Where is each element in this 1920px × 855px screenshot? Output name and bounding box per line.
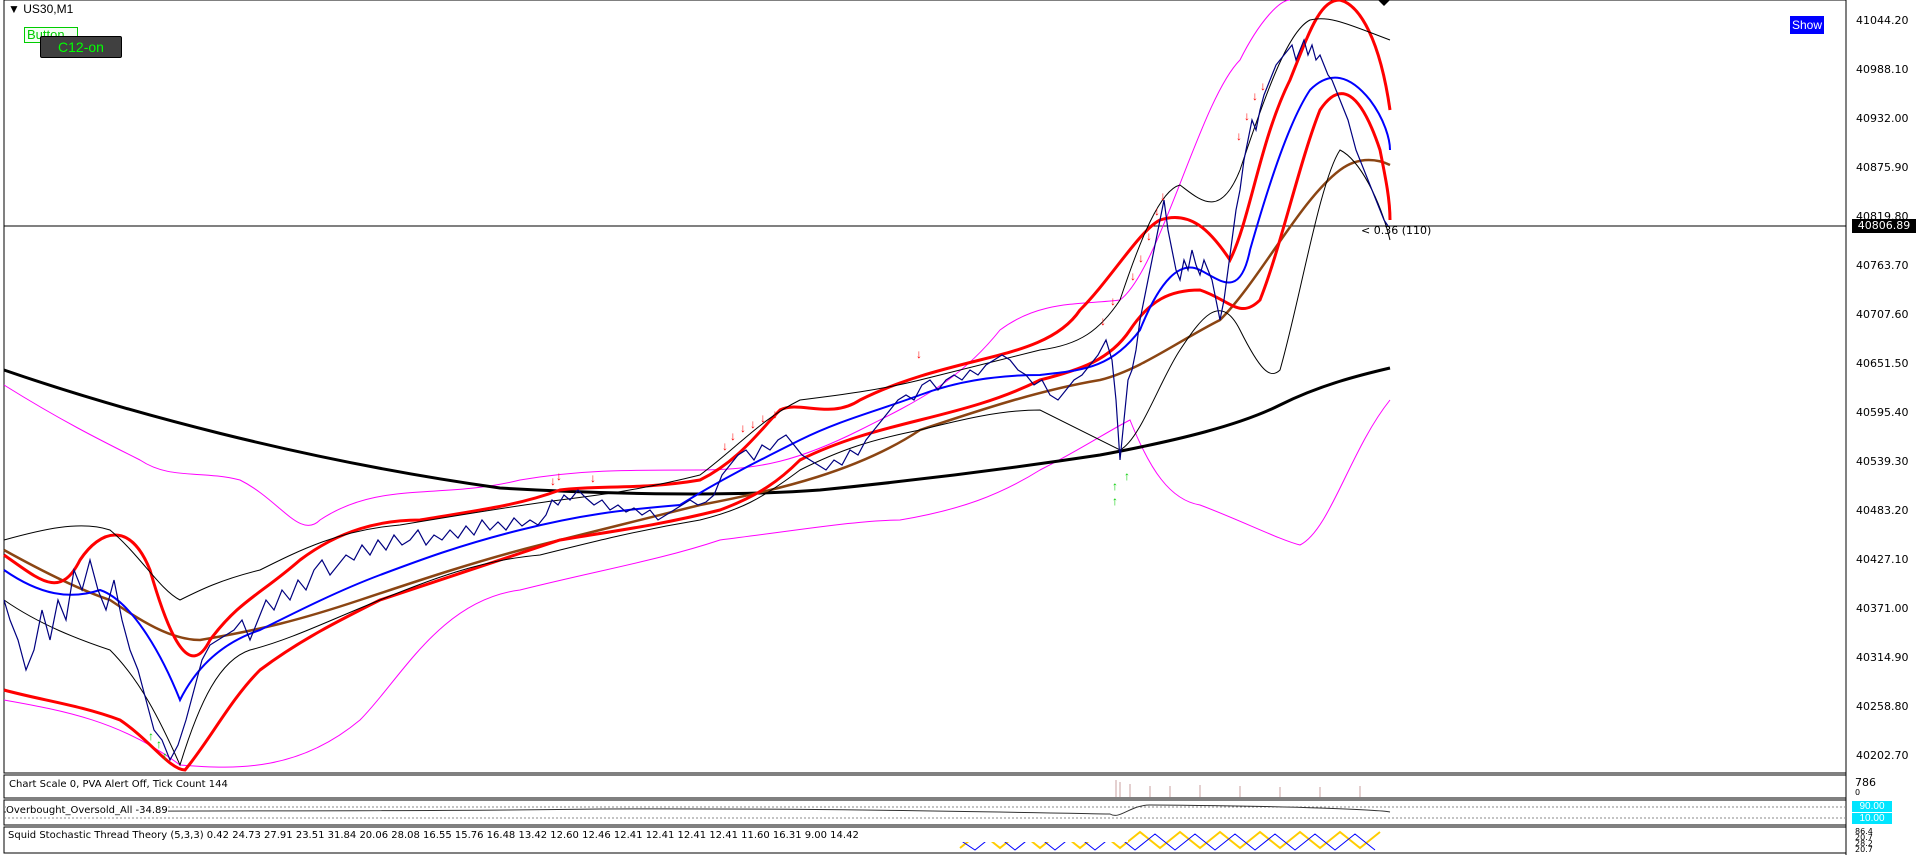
current-price-label: 40806.89 — [1852, 219, 1916, 233]
sell-arrow: ↓ — [1252, 89, 1258, 103]
price-tick-label: 40595.40 — [1856, 406, 1909, 419]
buy-arrow: ↑ — [1112, 494, 1118, 508]
sell-arrow: ↓ — [1146, 229, 1152, 243]
price-tick-label: 40539.30 — [1856, 455, 1909, 468]
volume-subwindow-frame — [3, 774, 1847, 799]
sell-arrow: ↓ — [1138, 251, 1144, 265]
show-button[interactable]: Show — [1790, 16, 1824, 34]
sell-arrows: ↓ ↓ ↓ ↓ ↓ ↓ ↓ ↓ ↓ ↓ ↓ ↓ ↓ ↓ ↓ ↓ ↓ ↓ ↓ ↓ … — [550, 79, 1266, 488]
outer-band-lower — [3, 399, 1391, 768]
obos-level-bottom: 10.00 — [1852, 813, 1892, 824]
price-tick-label: 40202.70 — [1856, 749, 1909, 762]
ma-red-upper — [3, 0, 1392, 658]
top-marker — [1378, 0, 1390, 6]
ma-blue — [3, 76, 1391, 703]
bollinger-black-lower — [3, 149, 1391, 767]
long-ma-black — [3, 366, 1391, 496]
price-tick-label: 40988.10 — [1856, 63, 1909, 76]
price-tick-label: 40651.50 — [1856, 357, 1909, 370]
price-tick-label: 41044.20 — [1856, 14, 1909, 27]
sell-arrow: ↓ — [772, 407, 778, 421]
volume-bars — [1115, 780, 1361, 797]
sell-arrow: ↓ — [750, 417, 756, 431]
price-tick-label: 40763.70 — [1856, 259, 1909, 272]
sell-arrow: ↓ — [722, 439, 728, 453]
obos-label: Overbought_Oversold_All -34.89 — [6, 805, 168, 817]
price-tick-label: 40932.00 — [1856, 112, 1909, 125]
obos-subwindow-frame — [3, 799, 1847, 826]
c12-toggle-button[interactable]: C12-on — [40, 36, 122, 58]
stoch-scale-label: 20.7 — [1855, 845, 1873, 854]
obos-level-top: 90.00 — [1852, 801, 1892, 812]
price-tick-label: 40371.00 — [1856, 602, 1909, 615]
bollinger-black-upper — [3, 18, 1391, 601]
price-tick-label: 40483.20 — [1856, 504, 1909, 517]
collapse-triangle-icon[interactable]: ▼ — [8, 2, 20, 16]
buy-arrow: ↑ — [1112, 479, 1118, 493]
price-tick-label: 40258.80 — [1856, 700, 1909, 713]
sell-arrow: ↓ — [556, 469, 562, 483]
price-tick-label: 40707.60 — [1856, 308, 1909, 321]
sell-arrow: ↓ — [1110, 294, 1116, 308]
spread-label: < 0.36 (110) — [1361, 224, 1432, 237]
price-line — [3, 38, 1389, 762]
stoch-label: Squid Stochastic Thread Theory (5,3,3) 0… — [8, 830, 1128, 842]
sell-arrow: ↓ — [760, 411, 766, 425]
sell-arrow: ↓ — [740, 421, 746, 435]
sell-arrow: ↓ — [1236, 129, 1242, 143]
sell-arrow: ↓ — [1260, 79, 1266, 93]
price-tick-label: 40427.10 — [1856, 553, 1909, 566]
sell-arrow: ↓ — [1244, 109, 1250, 123]
ma-brown — [3, 158, 1391, 642]
symbol-text: US30,M1 — [23, 2, 74, 16]
chart-canvas[interactable]: ↓ ↓ ↓ ↓ ↓ ↓ ↓ ↓ ↓ ↓ ↓ ↓ ↓ ↓ ↓ ↓ ↓ ↓ ↓ ↓ … — [0, 0, 1920, 855]
price-tick-label: 40875.90 — [1856, 161, 1909, 174]
sell-arrow: ↓ — [916, 347, 922, 361]
price-tick-label: 40314.90 — [1856, 651, 1909, 664]
sell-arrow: ↓ — [1154, 204, 1160, 218]
sell-arrow: ↓ — [1160, 189, 1166, 203]
outer-band-upper — [3, 0, 1291, 526]
chart-symbol-label: ▼ US30,M1 — [8, 2, 73, 16]
sell-arrow: ↓ — [1100, 314, 1106, 328]
buy-arrow: ↑ — [148, 729, 154, 743]
buy-arrow: ↑ — [162, 749, 168, 763]
sell-arrow: ↓ — [730, 429, 736, 443]
volume-info-label: Chart Scale 0, PVA Alert Off, Tick Count… — [9, 779, 228, 790]
buy-arrow: ↑ — [1124, 469, 1130, 483]
volume-scale-bottom: 0 — [1855, 788, 1861, 797]
sell-arrow: ↓ — [1130, 269, 1136, 283]
sell-arrow: ↓ — [590, 471, 596, 485]
